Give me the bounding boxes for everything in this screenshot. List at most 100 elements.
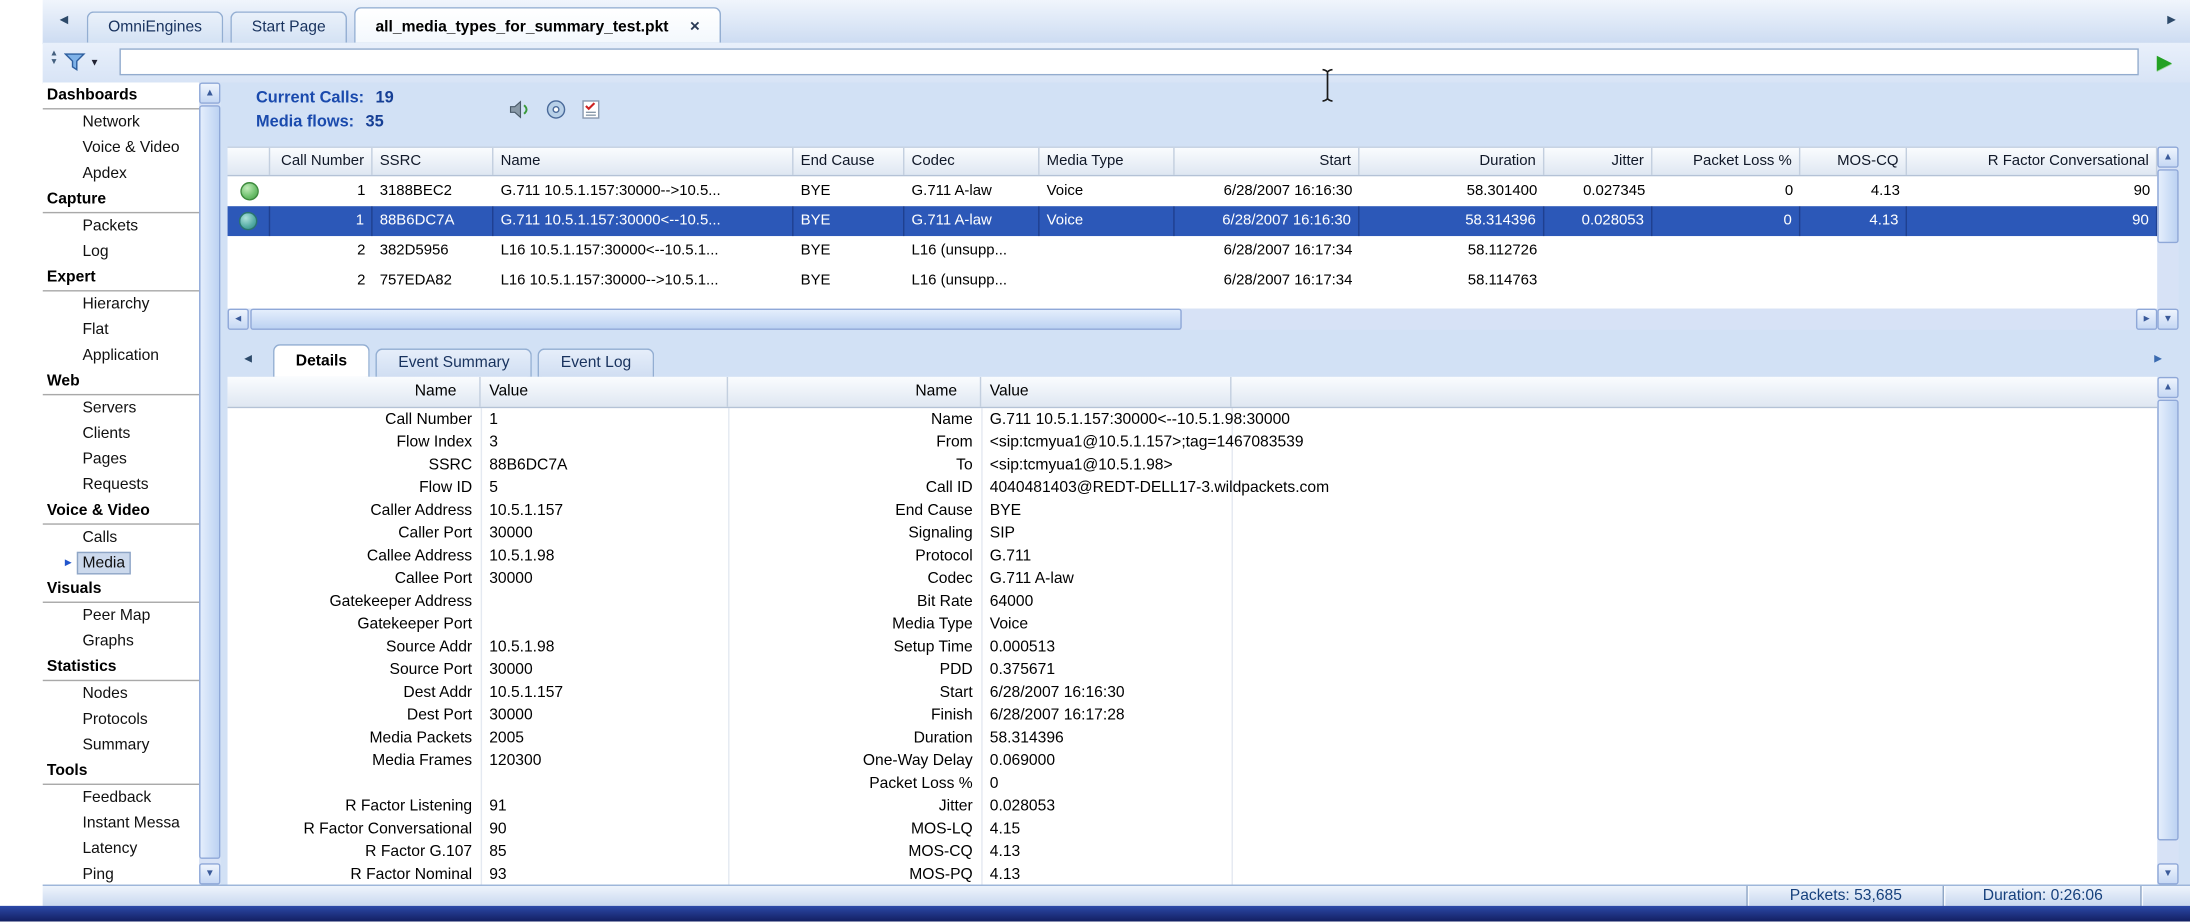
sidebar-item-apdex[interactable]: Apdex <box>43 161 199 187</box>
cell-codec: L16 (unsupp... <box>911 241 1008 259</box>
sidebar-item-media[interactable]: ► Media <box>43 550 199 576</box>
sidebar-item-calls[interactable]: Calls <box>43 525 199 551</box>
sidebar-scrollbar-thumb[interactable] <box>199 105 221 859</box>
tab-event-summary[interactable]: Event Summary <box>375 348 533 377</box>
column-header-r_factor_conv[interactable]: R Factor Conversational <box>1907 147 2158 175</box>
sidebar-item-ping[interactable]: Ping <box>43 862 199 885</box>
detail-value: 30000 <box>489 661 533 679</box>
media-flow-row-1[interactable]: 1 3188BEC2 G.711 10.5.1.157:30000-->10.5..… <box>228 176 2158 206</box>
sidebar-item-summary[interactable]: Summary <box>43 732 199 758</box>
sidebar-item-log[interactable]: Log <box>43 239 199 265</box>
media-flow-row-2[interactable]: 1 88B6DC7A G.711 10.5.1.157:30000<--10.5..… <box>227 206 2158 237</box>
sidebar-item-graphs[interactable]: Graphs <box>43 629 199 655</box>
column-header-duration[interactable]: Duration <box>1360 147 1545 175</box>
detail-value: 5 <box>489 479 498 497</box>
sidebar-item-requests[interactable]: Requests <box>43 472 199 498</box>
details-header: Name Value Name Value <box>227 376 2158 409</box>
tab-capture-file[interactable]: all_media_types_for_summary_test.pkt × <box>354 7 722 43</box>
sidebar-item-packets[interactable]: Packets <box>43 213 199 239</box>
tab-scroll-left-icon[interactable]: ◄ <box>57 11 71 31</box>
sidebar-item-voice-video[interactable]: Voice & Video <box>43 135 199 161</box>
details-tabs-scroll-left-icon[interactable]: ◄ <box>242 351 255 365</box>
column-header-codec[interactable]: Codec <box>904 147 1040 175</box>
apply-filter-button[interactable]: ▶ <box>2149 48 2180 75</box>
column-header-packet_loss_pct[interactable]: Packet Loss % <box>1652 147 1801 175</box>
sidebar-item-pages[interactable]: Pages <box>43 447 199 473</box>
sidebar-item-flat[interactable]: Flat <box>43 317 199 343</box>
sidebar-scroll-up-button[interactable]: ▲ <box>199 82 221 104</box>
tab-scroll-right-icon[interactable]: ► <box>2165 11 2179 31</box>
column-header-call_number[interactable]: Call Number▲ <box>270 147 373 175</box>
detail-row-5: Caller Address 10.5.1.157 End Cause BYE <box>228 499 2158 522</box>
scroll-right-button[interactable]: ► <box>2135 308 2158 330</box>
detail-name: Flow ID <box>419 479 473 497</box>
sidebar-item-application[interactable]: Application <box>43 343 199 369</box>
scroll-up-icon: ▲ <box>2163 152 2173 163</box>
scroll-up-button[interactable]: ▲ <box>2157 146 2179 168</box>
select-related-checklist-icon <box>582 100 600 119</box>
scroll-down-button[interactable]: ▼ <box>2157 863 2179 885</box>
details-column-header-value[interactable]: Value <box>481 376 729 407</box>
details-scrollbar-thumb[interactable] <box>2157 399 2179 841</box>
cell-packet_loss_pct: 0 <box>1784 182 1794 200</box>
detail-name: Packet Loss % <box>869 775 973 793</box>
sidebar-item-label: Instant Messa <box>82 814 180 832</box>
filter-funnel-icon <box>63 53 86 72</box>
column-header-name[interactable]: Name <box>493 147 794 175</box>
column-header-end_cause[interactable]: End Cause <box>794 147 905 175</box>
details-column-header-name-2[interactable]: Name <box>728 376 982 407</box>
select-related-packets-button[interactable] <box>582 100 600 127</box>
horizontal-scrollbar-thumb[interactable] <box>250 308 1182 330</box>
sidebar-item-peer-map[interactable]: Peer Map <box>43 603 199 629</box>
save-audio-button[interactable] <box>546 100 566 127</box>
sidebar-scrollbar[interactable]: ▲ ▼ <box>199 82 221 885</box>
sidebar-item-clients[interactable]: Clients <box>43 421 199 447</box>
pane-splitter-icon[interactable]: ▲ ▼ <box>47 50 61 67</box>
column-header-ssrc[interactable]: SSRC <box>373 147 494 175</box>
play-audio-button[interactable] <box>509 100 530 127</box>
sidebar-item-feedback[interactable]: Feedback <box>43 785 199 811</box>
scroll-down-button[interactable]: ▼ <box>2157 308 2179 330</box>
sidebar-scroll-down-button[interactable]: ▼ <box>199 863 221 885</box>
scroll-up-button[interactable]: ▲ <box>2157 376 2179 399</box>
tab-omniengines[interactable]: OmniEngines <box>86 11 224 43</box>
media-flow-row-3[interactable]: 2 382D5956 L16 10.5.1.157:30000<--10.5.1..… <box>228 236 2158 266</box>
tab-details[interactable]: Details <box>273 344 370 377</box>
detail-value: Voice <box>989 615 1029 633</box>
details-column-header-name[interactable]: Name <box>228 376 481 407</box>
sidebar-item-servers[interactable]: Servers <box>43 395 199 421</box>
filter-button[interactable]: ▼ <box>63 48 115 76</box>
current-calls-label: Current Calls: <box>255 89 365 107</box>
column-header-label: Call Number <box>281 152 365 170</box>
sidebar-item-nodes[interactable]: Nodes <box>43 681 199 707</box>
sidebar-item-protocols[interactable]: Protocols <box>43 707 199 733</box>
sidebar-item-latency[interactable]: Latency <box>43 836 199 862</box>
media-flow-row-4[interactable]: 2 757EDA82 L16 10.5.1.157:30000-->10.5.1..… <box>228 266 2158 296</box>
detail-name: Duration <box>913 729 973 747</box>
tab-event-log[interactable]: Event Log <box>538 348 654 377</box>
column-header-media_type[interactable]: Media Type <box>1040 147 1175 175</box>
sidebar-item-instant-messa[interactable]: Instant Messa <box>43 811 199 837</box>
media-table-horizontal-scrollbar[interactable]: ◄ ► <box>227 308 2158 330</box>
detail-value: 64000 <box>989 593 1034 611</box>
detail-name: MOS-PQ <box>909 866 973 884</box>
filter-input[interactable] <box>119 48 2139 76</box>
details-vertical-scrollbar[interactable]: ▲ ▼ <box>2157 376 2179 885</box>
column-header-indicator[interactable] <box>228 147 271 175</box>
scroll-left-button[interactable]: ◄ <box>227 308 249 330</box>
vertical-scrollbar-thumb[interactable] <box>2157 169 2179 244</box>
media-table-vertical-scrollbar[interactable]: ▲ ▼ <box>2157 146 2179 330</box>
detail-row-15: Media Packets 2005 Duration 58.314396 <box>228 727 2158 750</box>
detail-name: Source Port <box>389 661 473 679</box>
details-column-header-value-2[interactable]: Value <box>981 376 1232 407</box>
sidebar-item-network[interactable]: Network <box>43 110 199 136</box>
tab-start-page[interactable]: Start Page <box>230 11 348 43</box>
column-header-mos_cq[interactable]: MOS-CQ <box>1800 147 1908 175</box>
close-tab-icon[interactable]: × <box>690 16 700 36</box>
sidebar-item-hierarchy[interactable]: Hierarchy <box>43 292 199 318</box>
cell-jitter: 0.028053 <box>1544 206 1653 237</box>
column-header-start[interactable]: Start <box>1175 147 1360 175</box>
column-header-jitter[interactable]: Jitter <box>1544 147 1653 175</box>
detail-value: 10.5.1.157 <box>489 684 564 702</box>
details-tabs-scroll-right-icon[interactable]: ► <box>2152 351 2165 365</box>
